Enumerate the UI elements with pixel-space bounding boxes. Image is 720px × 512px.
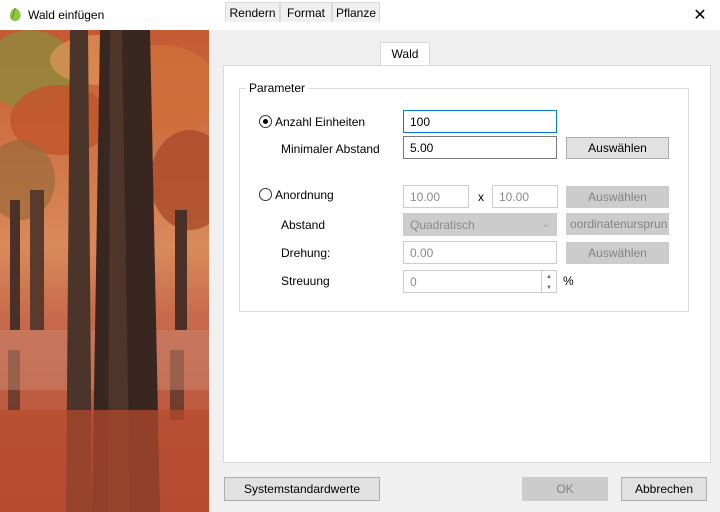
anzahl-einheiten-label: Anzahl Einheiten (275, 115, 366, 129)
radio-anzahl-einheiten[interactable] (259, 115, 272, 128)
parameter-group-title: Parameter (246, 81, 309, 95)
abstand-label: Abstand (281, 218, 326, 232)
radio-anordnung[interactable] (259, 188, 272, 201)
streuung-label: Streuung (281, 274, 330, 288)
tab-wald[interactable]: Wald (380, 42, 430, 65)
streuung-spinbox[interactable]: 0 ▲ ▼ (403, 270, 557, 293)
systemstandardwerte-button[interactable]: Systemstandardwerte (224, 477, 380, 501)
anordnung-x-input[interactable]: 10.00 (403, 185, 469, 208)
minimaler-abstand-label: Minimaler Abstand (281, 142, 380, 156)
spin-down-icon[interactable]: ▼ (541, 282, 556, 293)
anordnung-y-input[interactable]: 10.00 (492, 185, 558, 208)
spin-up-icon[interactable]: ▲ (541, 271, 556, 282)
window-title: Wald einfügen (28, 8, 105, 22)
abbrechen-button[interactable]: Abbrechen (621, 477, 707, 501)
auswaehlen-button-1[interactable]: Auswählen (566, 137, 669, 159)
leaf-icon (10, 7, 21, 22)
close-button[interactable]: ✕ (680, 0, 720, 30)
abstand-select[interactable]: Quadratisch ⌄ (403, 213, 557, 236)
tab-format[interactable]: Format (280, 2, 332, 22)
auswaehlen-button-3[interactable]: Auswählen (566, 242, 669, 264)
anordnung-x-separator: x (478, 190, 484, 204)
drehung-input[interactable]: 0.00 (403, 241, 557, 264)
streuung-unit: % (563, 274, 574, 288)
koordinatenursprung-button[interactable]: oordinatenursprun (566, 213, 669, 235)
drehung-label: Drehung: (281, 246, 331, 260)
forest-preview-image (0, 30, 209, 512)
anordnung-label: Anordnung (275, 188, 334, 202)
ok-button[interactable]: OK (522, 477, 608, 501)
auswaehlen-button-2[interactable]: Auswählen (566, 186, 669, 208)
close-icon: ✕ (693, 7, 707, 24)
minimaler-abstand-input[interactable]: 5.00 (403, 136, 557, 159)
anzahl-einheiten-input[interactable]: 100 (403, 110, 557, 133)
tab-pflanze[interactable]: Pflanze (332, 2, 380, 22)
chevron-down-icon: ⌄ (541, 219, 550, 230)
tab-rendern[interactable]: Rendern (225, 2, 280, 22)
